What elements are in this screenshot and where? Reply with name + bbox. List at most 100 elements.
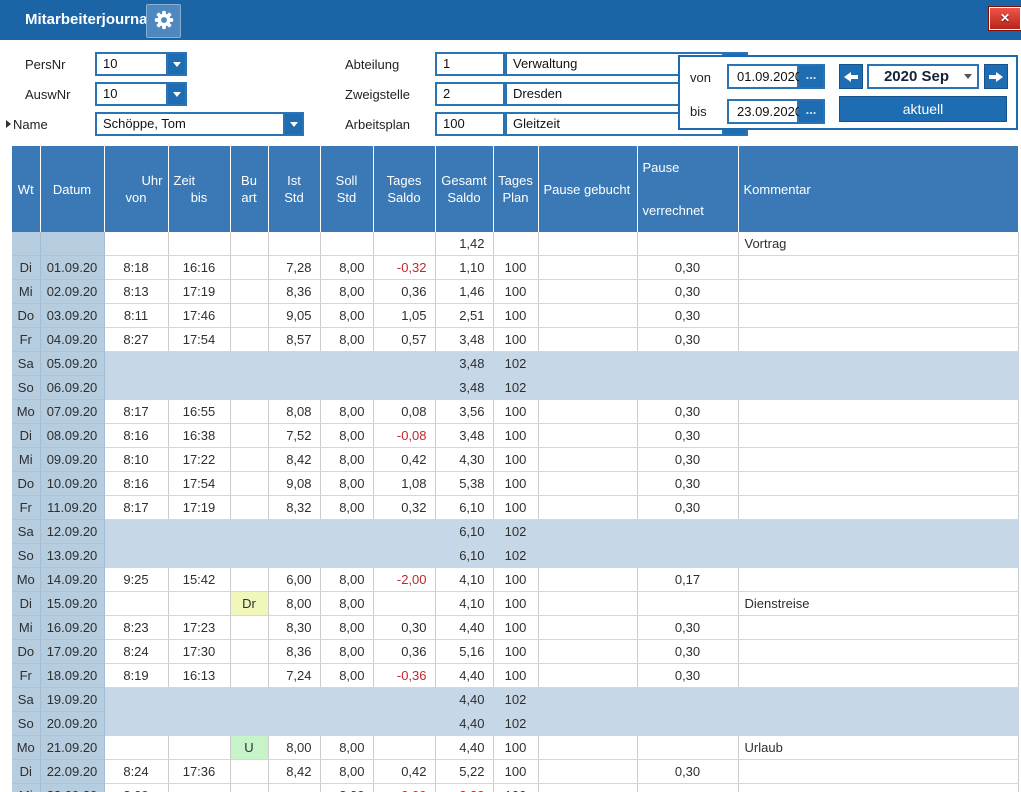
cell-wt: Do <box>12 639 41 664</box>
journal-row[interactable]: Fr 04.09.20 8:27 17:54 8,57 8,00 0,57 3,48 100 0,… <box>12 327 1019 352</box>
cell-pause_gebucht <box>538 735 638 760</box>
journal-row[interactable]: Di 08.09.20 8:16 16:38 7,52 8,00 -0,08 3,48 100 0… <box>12 423 1019 448</box>
cell-tages_plan: 100 <box>493 279 539 304</box>
cell-bis: 17:46 <box>168 303 231 328</box>
journal-row[interactable]: Mo 14.09.20 9:25 15:42 6,00 8,00 -2,00 4,10 100 0… <box>12 567 1019 592</box>
cell-pause_verrechnet: 0,30 <box>637 471 739 496</box>
cell-pause_verrechnet: 0,30 <box>637 615 739 640</box>
cell-tages_plan: 102 <box>493 519 539 544</box>
journal-row[interactable]: Do 03.09.20 8:11 17:46 9,05 8,00 1,05 2,51 100 0,… <box>12 303 1019 328</box>
cell-wt: Di <box>12 423 41 448</box>
cell-soll <box>320 687 374 712</box>
cell-wt: Sa <box>12 351 41 376</box>
month-combobox[interactable]: 2020 Sep <box>867 64 979 89</box>
name-combobox[interactable]: Schöppe, Tom <box>95 112 304 136</box>
journal-row[interactable]: Sa 19.09.20 4,40 102 <box>12 687 1019 712</box>
cell-pause_gebucht <box>538 303 638 328</box>
bis-browse-button[interactable]: ... <box>799 99 825 124</box>
cell-pause_gebucht <box>538 447 638 472</box>
close-button[interactable]: ✕ <box>989 7 1021 30</box>
cell-kommentar <box>738 783 1019 792</box>
journal-row[interactable]: Mi 09.09.20 8:10 17:22 8,42 8,00 0,42 4,30 100 0,… <box>12 447 1019 472</box>
journal-row[interactable]: So 06.09.20 3,48 102 <box>12 375 1019 400</box>
cell-bu <box>230 783 269 792</box>
auswnr-dropdown-button[interactable] <box>168 82 187 106</box>
name-dropdown-button[interactable] <box>285 112 304 136</box>
cell-pause_gebucht <box>538 591 638 616</box>
cell-wt: So <box>12 711 41 736</box>
cell-kommentar <box>738 711 1019 736</box>
cell-gesamt_saldo: 4,10 <box>435 567 494 592</box>
cell-kommentar <box>738 375 1019 400</box>
bis-date-field[interactable]: 23.09.2020 ... <box>727 99 825 124</box>
cell-von <box>104 375 169 400</box>
cell-von: 8:16 <box>104 471 169 496</box>
journal-row[interactable]: Mi 16.09.20 8:23 17:23 8,30 8,00 0,30 4,40 100 0,… <box>12 615 1019 640</box>
cell-soll: 8,00 <box>320 303 374 328</box>
cell-bis <box>168 783 231 792</box>
cell-wt: Di <box>12 255 41 280</box>
journal-row[interactable]: Fr 11.09.20 8:17 17:19 8,32 8,00 0,32 6,10 100 0,… <box>12 495 1019 520</box>
auswnr-combobox[interactable]: 10 <box>95 82 187 106</box>
mitarbeiterjournal-window: Mitarbeiterjournal ✕ PersNr 10 AuswNr 10… <box>0 0 1021 792</box>
cell-ist: 8,42 <box>268 759 321 784</box>
journal-row[interactable]: Mi23.09.208:09 8,00-8,00-2,38100 <box>12 783 1019 792</box>
zweigstelle-code-field[interactable]: 2 <box>435 82 505 106</box>
cell-pause_verrechnet <box>637 783 739 792</box>
cell-von: 8:09 <box>104 783 169 792</box>
cell-tages_saldo: -2,00 <box>373 567 436 592</box>
cell-tages_plan: 102 <box>493 711 539 736</box>
persnr-combobox[interactable]: 10 <box>95 52 187 76</box>
cell-datum: 22.09.20 <box>40 759 105 784</box>
cell-tages_plan: 100 <box>493 399 539 424</box>
journal-row[interactable]: Do 10.09.20 8:16 17:54 9,08 8,00 1,08 5,38 100 0,… <box>12 471 1019 496</box>
journal-row[interactable]: So 13.09.20 6,10 102 <box>12 543 1019 568</box>
journal-row[interactable]: 1,42 Vortrag <box>12 232 1019 256</box>
journal-row[interactable]: Mi 02.09.20 8:13 17:19 8,36 8,00 0,36 1,46 100 0,… <box>12 279 1019 304</box>
journal-row[interactable]: Mo 21.09.20 U 8,00 8,00 4,40 100 Urlaub <box>12 735 1019 760</box>
journal-row[interactable]: Mo 07.09.20 8:17 16:55 8,08 8,00 0,08 3,56 100 0,… <box>12 399 1019 424</box>
next-month-button[interactable] <box>984 64 1008 89</box>
cell-datum: 08.09.20 <box>40 423 105 448</box>
journal-row[interactable]: Di 01.09.20 8:18 16:16 7,28 8,00 -0,32 1,10 100 0… <box>12 255 1019 280</box>
cell-bu <box>230 519 269 544</box>
aktuell-button[interactable]: aktuell <box>839 96 1007 122</box>
cell-bis: 16:38 <box>168 423 231 448</box>
cell-pause_verrechnet: 0,30 <box>637 423 739 448</box>
name-label: Name <box>13 117 48 132</box>
cell-pause_verrechnet: 0,30 <box>637 495 739 520</box>
settings-button[interactable] <box>146 4 181 38</box>
cell-bis: 17:22 <box>168 447 231 472</box>
cell-pause_verrechnet <box>637 351 739 376</box>
arbeitsplan-code-field[interactable]: 100 <box>435 112 505 136</box>
cell-tages_plan: 100 <box>493 327 539 352</box>
previous-month-button[interactable] <box>839 64 863 89</box>
cell-tages_saldo <box>373 687 436 712</box>
cell-pause_verrechnet: 0,30 <box>637 663 739 688</box>
persnr-dropdown-button[interactable] <box>168 52 187 76</box>
cell-tages_plan: 100 <box>493 471 539 496</box>
cell-datum: 05.09.20 <box>40 351 105 376</box>
cell-gesamt_saldo: 1,10 <box>435 255 494 280</box>
cell-gesamt_saldo: 6,10 <box>435 495 494 520</box>
journal-row[interactable]: Di 15.09.20 Dr 8,00 8,00 4,10 100 Dienstreise <box>12 591 1019 616</box>
journal-row[interactable]: Sa 05.09.20 3,48 102 <box>12 351 1019 376</box>
cell-datum: 12.09.20 <box>40 519 105 544</box>
journal-row[interactable]: So 20.09.20 4,40 102 <box>12 711 1019 736</box>
column-header-ist_std: Ist Std <box>268 146 321 232</box>
journal-row[interactable]: Fr 18.09.20 8:19 16:13 7,24 8,00 -0,36 4,40 100 0… <box>12 663 1019 688</box>
cell-tages_saldo: 0,42 <box>373 759 436 784</box>
cell-bu <box>230 663 269 688</box>
cell-gesamt_saldo: 3,48 <box>435 327 494 352</box>
journal-row[interactable]: Do 17.09.20 8:24 17:30 8,36 8,00 0,36 5,16 100 0,… <box>12 639 1019 664</box>
cell-bu <box>230 471 269 496</box>
von-date-field[interactable]: 01.09.2020 ... <box>727 64 825 89</box>
journal-row[interactable]: Sa 12.09.20 6,10 102 <box>12 519 1019 544</box>
abteilung-code-field[interactable]: 1 <box>435 52 505 76</box>
cell-bis <box>168 375 231 400</box>
cell-kommentar <box>738 447 1019 472</box>
journal-row[interactable]: Di 22.09.20 8:24 17:36 8,42 8,00 0,42 5,22 100 0,… <box>12 759 1019 784</box>
von-label: von <box>690 70 711 85</box>
cell-bu <box>230 255 269 280</box>
von-browse-button[interactable]: ... <box>799 64 825 89</box>
